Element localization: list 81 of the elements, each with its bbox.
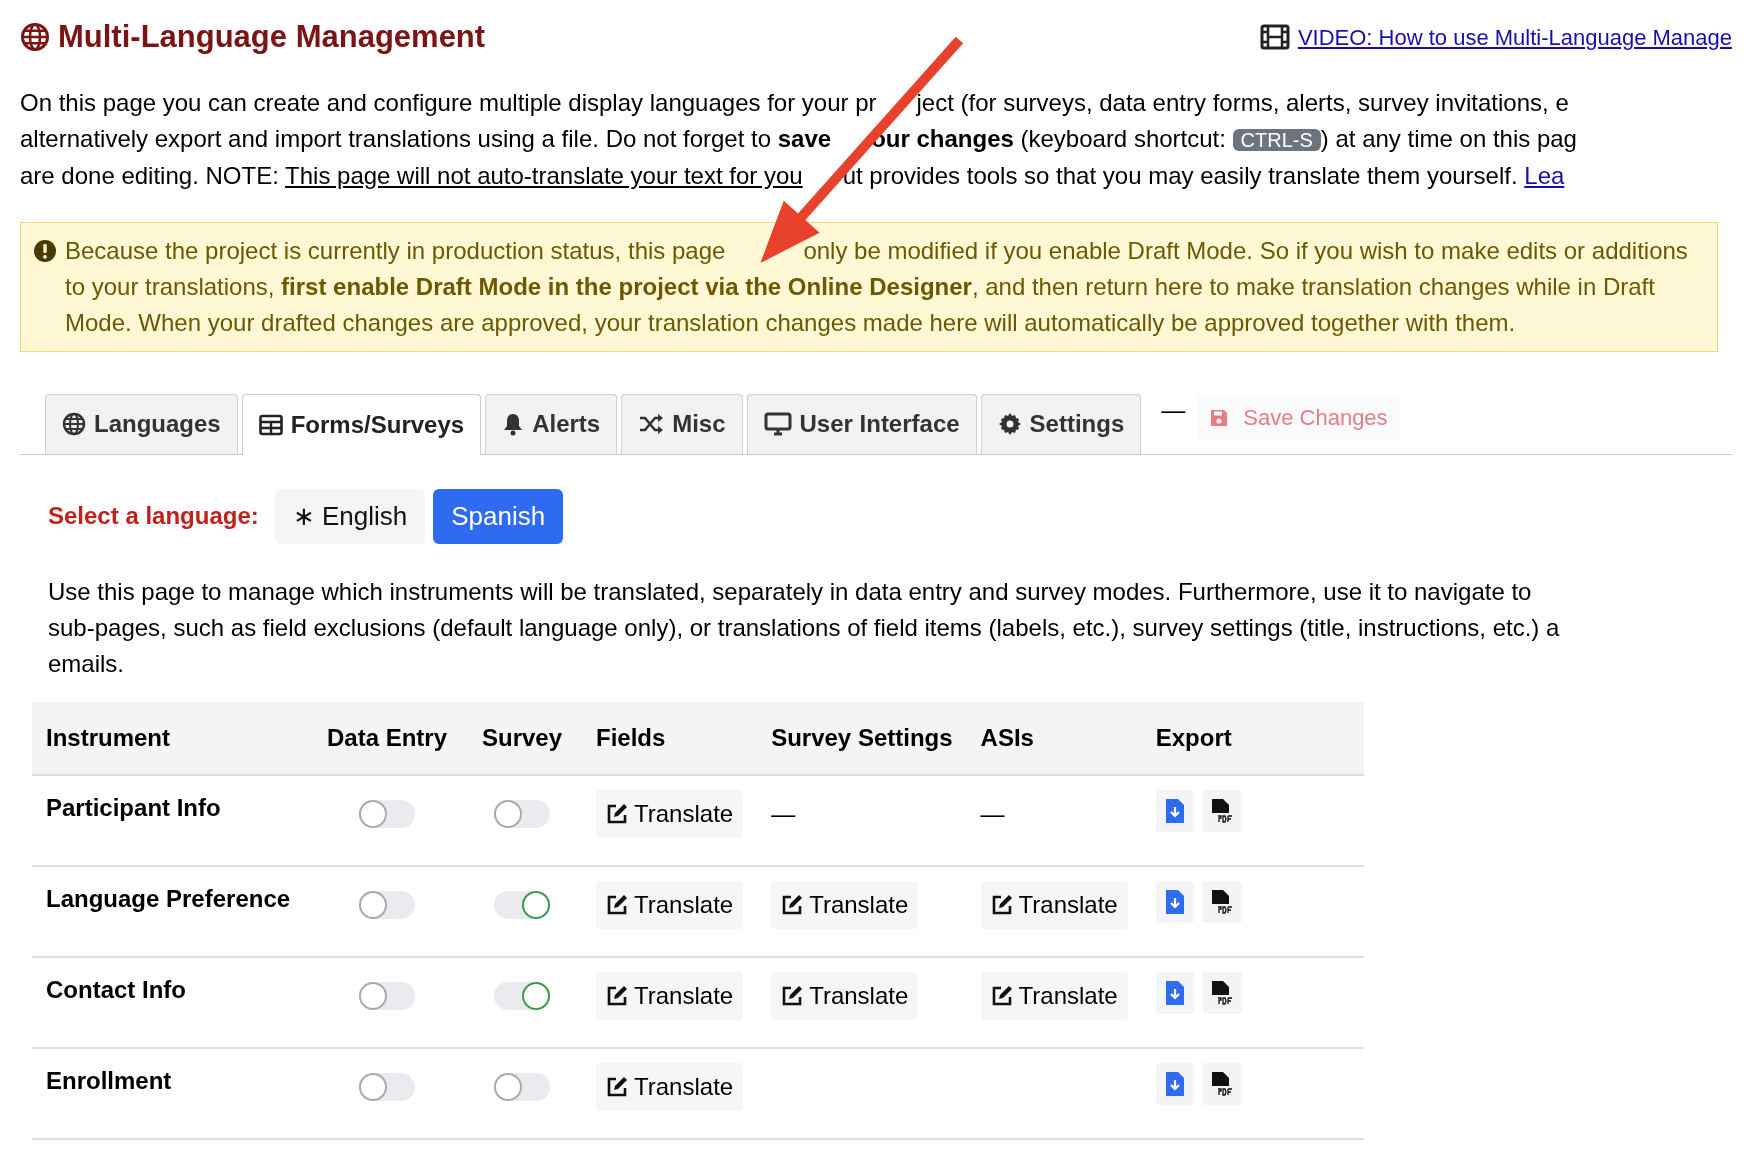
tab[interactable]: Forms/Surveys	[241, 393, 482, 455]
edit-icon	[990, 984, 1013, 1007]
shuffle-icon	[638, 413, 665, 435]
edit-icon	[606, 1075, 628, 1098]
column-header: Survey	[462, 701, 582, 775]
download-button[interactable]	[1155, 880, 1194, 923]
pdf-button[interactable]	[1201, 1062, 1242, 1105]
file-download-icon	[1163, 888, 1186, 915]
column-header: Data Entry	[312, 701, 462, 775]
description-text: Use this page to manage which instruments will be translated, separately in data entry and survey modes. Furthermore, use it to navigate to	[48, 576, 1533, 607]
tab[interactable]: User Interface	[746, 393, 977, 454]
pdf-file-icon	[1209, 979, 1234, 1006]
toggle-switch[interactable]	[359, 799, 415, 828]
gear-icon	[997, 412, 1022, 436]
separator-dash: —	[1161, 394, 1186, 425]
translate-button[interactable]: Translate	[980, 971, 1128, 1020]
edit-icon	[990, 893, 1013, 916]
toggle-switch[interactable]	[359, 981, 415, 1010]
toggle-switch[interactable]	[359, 890, 415, 919]
language-button[interactable]: Spanish	[433, 488, 564, 544]
toggle-switch[interactable]	[494, 981, 550, 1010]
description-text: sub-pages, such as field exclusions (default language only), or translations of field items (labels, etc.), survey settings (title, instructions, etc.) a	[48, 612, 1561, 643]
empty-dash: —	[980, 798, 1005, 829]
empty-dash: —	[771, 798, 796, 829]
instrument-name: Enrollment	[46, 1066, 172, 1094]
monitor-icon	[763, 412, 792, 436]
translate-button[interactable]: Translate	[596, 1062, 744, 1111]
video-link[interactable]: VIDEO: How to use Multi-Language Manage	[1297, 20, 1732, 54]
toggle-switch[interactable]	[494, 1072, 550, 1101]
pdf-file-icon	[1209, 888, 1234, 915]
learn-more-link[interactable]: Lea	[1524, 161, 1565, 189]
translate-button[interactable]: Translate	[980, 880, 1128, 929]
globe-icon	[62, 412, 86, 436]
translate-button[interactable]: Translate	[596, 789, 744, 838]
column-header: ASIs	[966, 701, 1142, 775]
intro-text: On this page you can create and configure multiple display languages for your pr ject (for surveys, data entry forms, alerts, survey invitations, e	[20, 87, 1570, 118]
language-button[interactable]: ∗ English	[274, 488, 426, 544]
toggle-switch[interactable]	[494, 799, 550, 828]
table-icon	[258, 413, 283, 436]
translate-button[interactable]: Translate	[771, 880, 919, 929]
select-language-label: Select a language:	[48, 501, 259, 531]
description-text: emails.	[48, 648, 126, 679]
tab[interactable]: Languages	[45, 393, 238, 454]
column-header: Export	[1141, 701, 1364, 775]
pdf-button[interactable]	[1201, 880, 1242, 923]
pdf-button[interactable]	[1201, 971, 1242, 1014]
edit-icon	[781, 984, 804, 1007]
download-button[interactable]	[1155, 789, 1194, 832]
warning-icon	[33, 238, 57, 263]
tab[interactable]: Misc	[621, 393, 743, 454]
tab[interactable]: Alerts	[485, 393, 618, 454]
edit-icon	[606, 802, 628, 825]
download-button[interactable]	[1155, 1062, 1194, 1105]
page-title: Multi-Language Management	[58, 18, 486, 56]
instrument-name: Participant Info	[46, 793, 221, 821]
translate-button[interactable]: Translate	[596, 880, 744, 929]
globe-icon	[20, 22, 50, 53]
pdf-file-icon	[1209, 1070, 1234, 1097]
column-header: Fields	[582, 701, 758, 775]
file-download-icon	[1163, 979, 1186, 1006]
pdf-button[interactable]	[1201, 789, 1242, 832]
column-header: Survey Settings	[757, 701, 967, 775]
instrument-name: Language Preference	[46, 884, 291, 912]
film-icon	[1259, 24, 1290, 51]
edit-icon	[781, 893, 804, 916]
instrument-name: Contact Info	[46, 975, 186, 1003]
alert-text: Because the project is currently in production status, this page only be modified if you enable Draft Mode. So if you wish to make edits or additions to your translations, first enable Draft Mode in the project via the Online Designer, and then return here to make translation changes while in Draft Mode. When your drafted changes are approved, your translation changes made here will automatically be approved together with them.	[65, 235, 1689, 338]
toggle-switch[interactable]	[494, 890, 550, 919]
edit-icon	[606, 893, 628, 916]
tab[interactable]: Settings	[980, 393, 1142, 454]
file-download-icon	[1163, 797, 1186, 824]
shortcut-key: CTRL-S	[1232, 128, 1321, 151]
bell-icon	[502, 412, 525, 436]
translate-button[interactable]: Translate	[771, 971, 919, 1020]
column-header: Instrument	[32, 701, 312, 775]
toggle-switch[interactable]	[359, 1072, 415, 1101]
pdf-file-icon	[1209, 797, 1234, 824]
edit-icon	[606, 984, 628, 1007]
download-button[interactable]	[1155, 971, 1194, 1014]
translate-button[interactable]: Translate	[596, 971, 744, 1020]
file-download-icon	[1163, 1070, 1186, 1097]
